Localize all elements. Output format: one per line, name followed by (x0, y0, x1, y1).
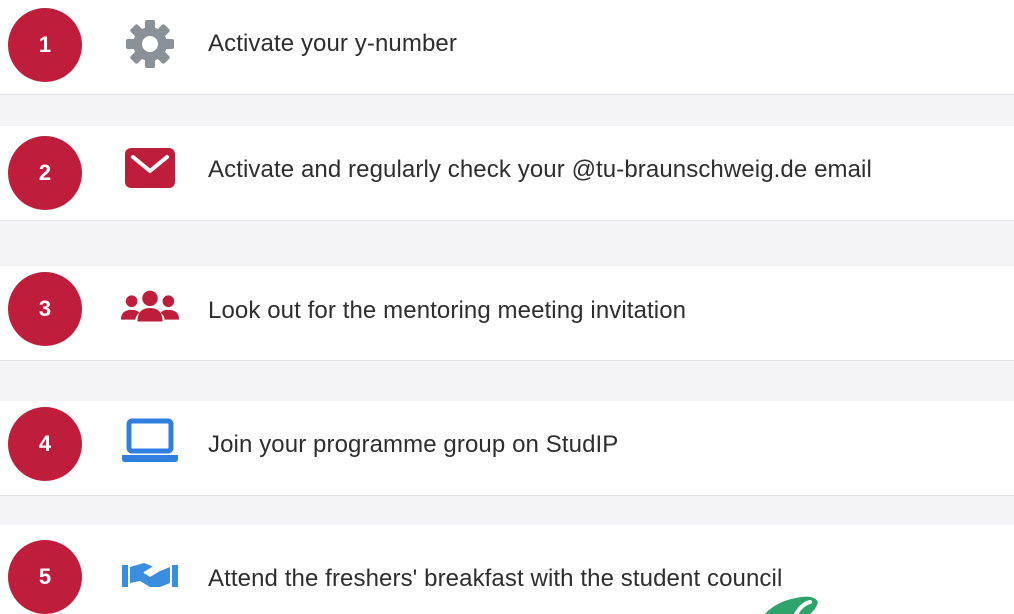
gear-icon (120, 18, 180, 70)
step-row-4: 4 Join your programme group on StudIP (0, 401, 1014, 496)
step-label: Attend the freshers' breakfast with the … (208, 565, 783, 592)
step-label: Join your programme group on StudIP (208, 431, 619, 458)
handshake-icon (120, 549, 180, 601)
step-row-1: 1 Activate your y-number (0, 0, 1014, 95)
step-number-badge: 2 (8, 136, 82, 210)
mail-icon (120, 142, 180, 194)
users-icon (120, 282, 180, 334)
step-row-2: 2 Activate and regularly check your @tu-… (0, 126, 1014, 221)
step-label: Activate your y-number (208, 30, 457, 57)
leaf-decoration-icon (752, 592, 822, 614)
step-number-badge: 5 (8, 540, 82, 614)
step-number-badge: 4 (8, 407, 82, 481)
step-row-3: 3 Look out for the mentoring meeting inv… (0, 266, 1014, 361)
step-row-5: 5 Attend the freshers' breakfast with th… (0, 525, 1014, 614)
step-number-badge: 3 (8, 272, 82, 346)
step-number-badge: 1 (8, 8, 82, 82)
step-label: Look out for the mentoring meeting invit… (208, 297, 687, 324)
laptop-icon (120, 415, 180, 467)
step-label: Activate and regularly check your @tu-br… (208, 156, 872, 183)
